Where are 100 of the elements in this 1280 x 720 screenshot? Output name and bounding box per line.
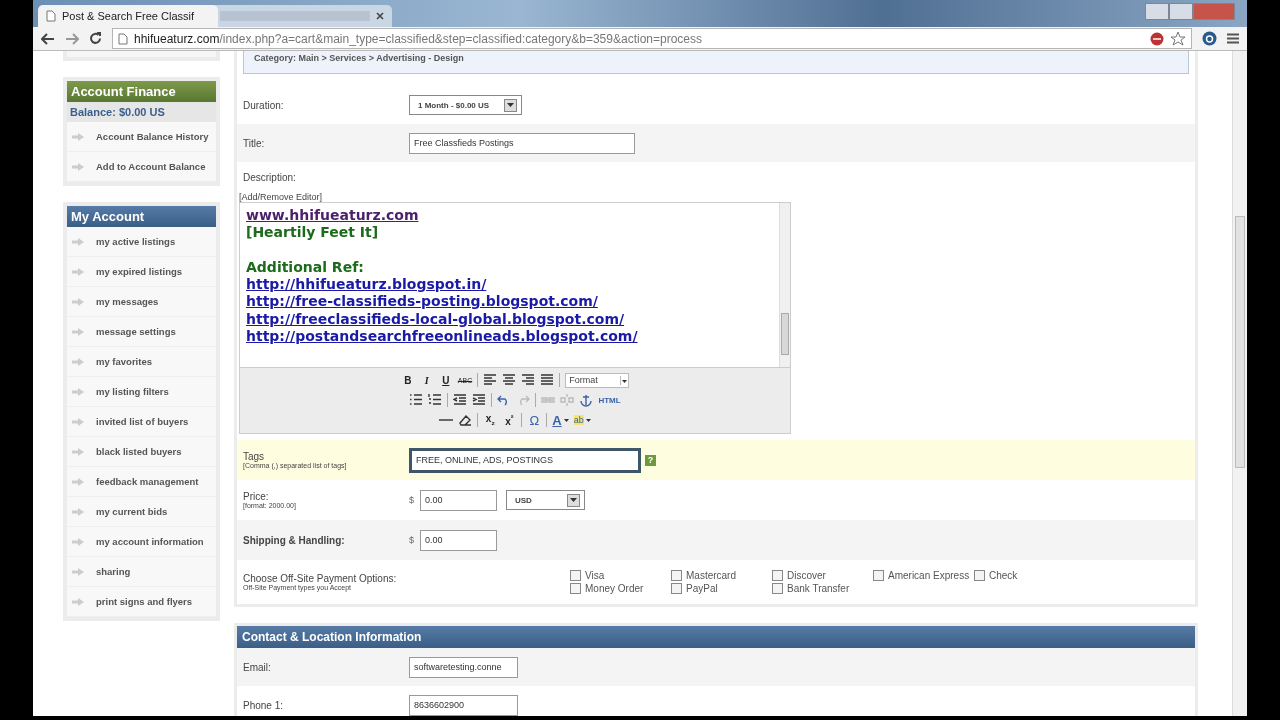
- caret-icon: [622, 379, 628, 383]
- balance-text: Balance: $0.00 US: [67, 102, 216, 122]
- sidebar-item[interactable]: my expired listings: [67, 257, 216, 287]
- field-label: Choose Off-Site Payment Options:: [243, 573, 398, 584]
- caret-icon: [507, 103, 514, 107]
- payment-option[interactable]: Visa: [570, 570, 671, 581]
- arrow-icon: [72, 417, 84, 426]
- caret-icon: [563, 418, 569, 422]
- field-label: Shipping & Handling:: [243, 534, 346, 546]
- sidebar-item[interactable]: invited list of buyers: [67, 407, 216, 437]
- arrow-icon: [72, 327, 84, 336]
- payment-option[interactable]: Money Order: [570, 583, 671, 594]
- arrow-icon: [72, 597, 84, 606]
- arrow-icon: [72, 387, 84, 396]
- text-color-button[interactable]: A: [552, 412, 569, 428]
- field-label: Duration:: [243, 99, 285, 111]
- underline-button[interactable]: U: [438, 374, 453, 386]
- caret-icon: [570, 498, 577, 502]
- indent-icon[interactable]: [472, 393, 487, 407]
- tags-field[interactable]: FREE, ONLINE, ADS, POSTINGS: [409, 447, 641, 473]
- caret-icon: [585, 418, 591, 422]
- currency-symbol: $: [409, 535, 415, 545]
- field-label: Tags: [243, 451, 265, 462]
- sidebar-item[interactable]: message settings: [67, 317, 216, 347]
- sidebar-item[interactable]: feedback management: [67, 467, 216, 497]
- reload-icon[interactable]: [89, 32, 102, 45]
- html-button[interactable]: HTML: [598, 395, 621, 405]
- format-select[interactable]: Format: [565, 372, 630, 388]
- sidebar-item[interactable]: print signs and flyers: [67, 587, 216, 617]
- sidebar-item[interactable]: my current bids: [67, 497, 216, 527]
- editor-toggle-link[interactable]: [Add/Remove Editor]: [239, 192, 1195, 202]
- sidebar-item[interactable]: Add to Account Balance: [67, 152, 216, 182]
- sidebar-item[interactable]: my listing filters: [67, 377, 216, 407]
- scrollbar[interactable]: [779, 203, 790, 367]
- italic-button[interactable]: I: [419, 374, 434, 386]
- address-bar[interactable]: hhifueaturz.com/index.php?a=cart&main_type=classified&step=classified:category&b=359&action=process: [112, 28, 1192, 49]
- category-path: Category: Main > Services > Advertising - Design: [254, 53, 464, 63]
- outdent-icon[interactable]: [453, 393, 468, 407]
- anchor-icon[interactable]: [579, 393, 594, 407]
- numbers-icon[interactable]: [428, 393, 443, 407]
- page-icon: [46, 10, 56, 22]
- arrow-icon: [72, 477, 84, 486]
- payment-option[interactable]: Bank Transfer: [772, 583, 873, 594]
- field-label: Phone 1:: [243, 699, 285, 711]
- duration-select[interactable]: 1 Month - $0.00 US: [409, 95, 522, 115]
- arrow-icon: [72, 357, 84, 366]
- currency-select[interactable]: USD: [506, 490, 585, 510]
- back-icon[interactable]: [41, 32, 55, 45]
- arrow-icon: [72, 267, 84, 276]
- payment-option[interactable]: PayPal: [671, 583, 772, 594]
- browser-tab[interactable]: Post & Search Free Classif: [38, 5, 218, 27]
- page-icon: [118, 32, 128, 45]
- section-header: Account Finance: [67, 81, 216, 102]
- sidebar-item[interactable]: Account Balance History: [67, 122, 216, 152]
- field-label: Price:: [243, 491, 270, 502]
- eraser-icon[interactable]: [458, 413, 473, 427]
- extension-icon[interactable]: [1202, 31, 1217, 46]
- subscript-button[interactable]: x$_{₂}$: [483, 413, 498, 427]
- star-icon[interactable]: [1170, 30, 1186, 47]
- payment-option[interactable]: Check: [974, 570, 1034, 581]
- sidebar-item[interactable]: my account information: [67, 527, 216, 557]
- sidebar-item[interactable]: sharing: [67, 557, 216, 587]
- window-controls[interactable]: [1145, 3, 1235, 20]
- currency-symbol: $: [409, 495, 415, 505]
- bold-button[interactable]: B: [400, 374, 415, 386]
- bullets-icon[interactable]: [409, 393, 424, 407]
- field-label: Description:: [243, 171, 297, 183]
- superscript-button[interactable]: x$^{²}$: [502, 412, 517, 428]
- special-character-button[interactable]: Ω: [527, 412, 542, 428]
- aligncenter-icon[interactable]: [502, 373, 517, 387]
- arrow-icon: [72, 162, 84, 171]
- arrow-icon: [72, 537, 84, 546]
- alignright-icon[interactable]: [521, 373, 536, 387]
- email-field[interactable]: softwaretesting.conne: [409, 656, 518, 678]
- arrow-icon: [72, 447, 84, 456]
- payment-option[interactable]: Mastercard: [671, 570, 772, 581]
- arrow-icon: [72, 297, 84, 306]
- close-icon[interactable]: [376, 12, 384, 20]
- menu-icon[interactable]: [1227, 33, 1239, 44]
- description-editor[interactable]: www.hhifueaturz.com [Heartily Feet It] Additional Ref: http://hhifueaturz.blogspot.in/ http://free-classifieds-posting.blogspot.com/ http://freeclassifieds-local-global.blogspot.com/ http://postandsearchfreeonlineads.blogspot.com/: [240, 207, 779, 367]
- sidebar-item[interactable]: black listed buyers: [67, 437, 216, 467]
- sidebar-item[interactable]: my favorites: [67, 347, 216, 377]
- payment-option[interactable]: American Express: [873, 570, 974, 581]
- justify-icon[interactable]: [540, 373, 555, 387]
- alignleft-icon[interactable]: [483, 373, 498, 387]
- sidebar-item[interactable]: my messages: [67, 287, 216, 317]
- section-header: My Account: [67, 206, 216, 227]
- price-field[interactable]: 0.00: [420, 489, 497, 511]
- scrollbar[interactable]: [1232, 51, 1247, 716]
- sidebar-item[interactable]: my active listings: [67, 227, 216, 257]
- phone-field[interactable]: 8636602900: [409, 694, 518, 716]
- field-label: Email:: [243, 661, 272, 673]
- shipping-field[interactable]: 0.00: [420, 529, 497, 551]
- stop-sign-icon[interactable]: [1150, 31, 1164, 46]
- arrow-icon: [72, 237, 84, 246]
- arrow-icon: [72, 507, 84, 516]
- payment-option[interactable]: Discover: [772, 570, 873, 581]
- forward-icon[interactable]: [65, 32, 79, 45]
- arrow-icon: [72, 132, 84, 141]
- title-field[interactable]: Free Classfieds Postings: [409, 132, 635, 154]
